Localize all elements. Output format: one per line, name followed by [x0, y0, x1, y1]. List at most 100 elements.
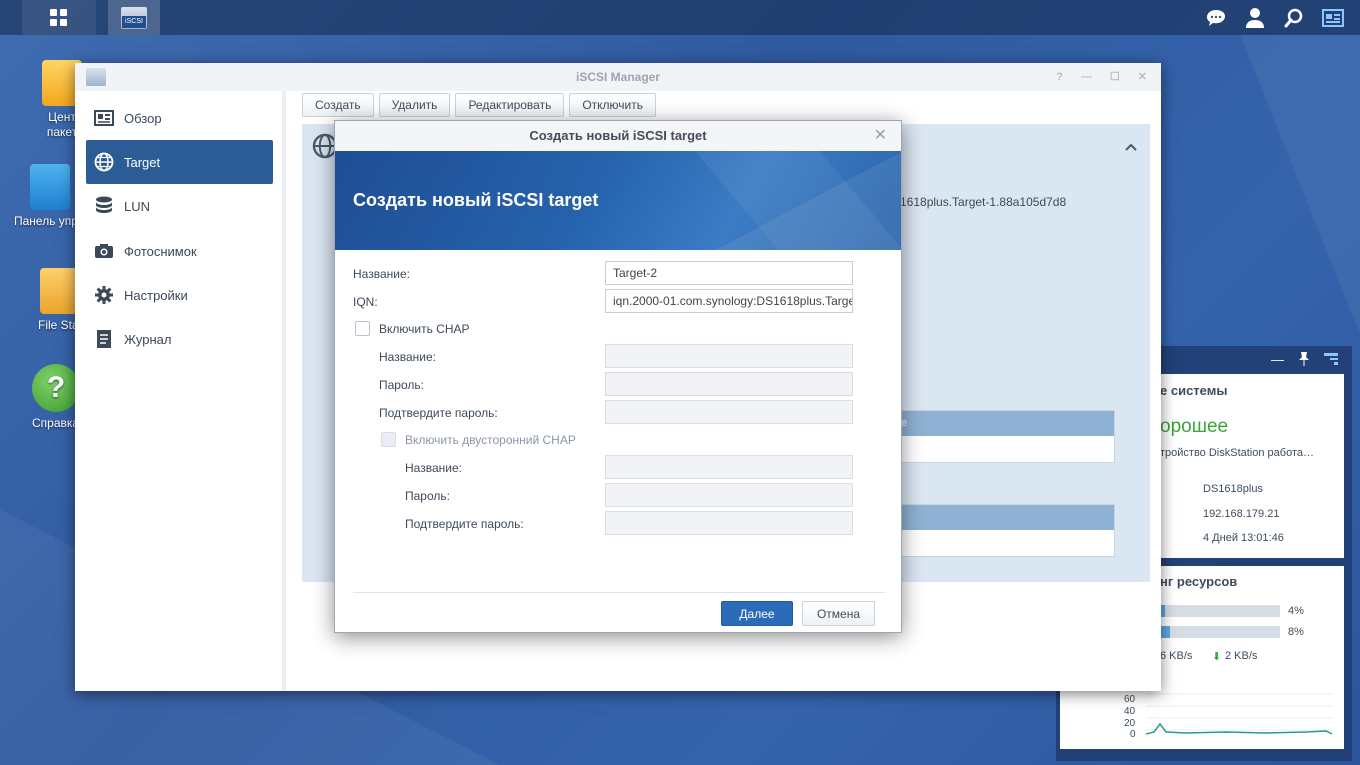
- cancel-button[interactable]: Отмена: [802, 601, 875, 626]
- name-label: Название:: [353, 267, 410, 281]
- download-speed: 2 KB/s: [1225, 650, 1258, 662]
- resource-title: нг ресурсов: [1160, 574, 1238, 589]
- minimize-icon[interactable]: —: [1271, 352, 1284, 367]
- mutual-chap-label[interactable]: Включить двусторонний CHAP: [405, 433, 576, 447]
- sidebar-item-log[interactable]: Журнал: [86, 317, 273, 361]
- toolbar: Создать Удалить Редактировать Отключить: [302, 93, 656, 117]
- sidebar-item-label: Журнал: [124, 331, 172, 347]
- chart-tick: 0: [1130, 729, 1136, 740]
- help-icon: ?: [32, 364, 80, 412]
- desktop-background-shape: [1240, 35, 1360, 335]
- mutual-password-input[interactable]: [605, 483, 853, 507]
- chap-password-input[interactable]: [605, 372, 853, 396]
- control-panel-icon: [30, 164, 70, 210]
- grid-icon: [50, 8, 67, 26]
- ram-percent: 8%: [1288, 626, 1304, 638]
- dialog-title-bar[interactable]: Создать новый iSCSI target ✕: [335, 121, 901, 151]
- search-icon: [1284, 8, 1303, 27]
- pin-icon[interactable]: [1298, 352, 1310, 366]
- next-button[interactable]: Далее: [721, 601, 793, 626]
- search-button[interactable]: [1277, 0, 1311, 35]
- widgets-button[interactable]: [1316, 0, 1350, 35]
- table-header: e: [901, 411, 1114, 436]
- minimize-icon[interactable]: —: [1081, 63, 1092, 91]
- session-table: [900, 504, 1115, 557]
- iqn-input[interactable]: iqn.2000-01.com.synology:DS1618plus.Targ…: [605, 289, 853, 313]
- sidebar-item-label: Обзор: [124, 110, 162, 126]
- database-icon: [94, 196, 114, 216]
- server-ip: 192.168.179.21: [1203, 508, 1280, 520]
- create-target-dialog: Создать новый iSCSI target ✕ Создать нов…: [334, 120, 902, 633]
- dialog-separator: [353, 592, 885, 593]
- enable-chap-checkbox[interactable]: [355, 321, 370, 336]
- camera-icon: [94, 241, 114, 261]
- overview-icon: [94, 108, 114, 128]
- mutual-password-label: Пароль:: [405, 489, 450, 503]
- iqn-label: IQN:: [353, 295, 378, 309]
- user-icon: [1246, 7, 1264, 28]
- cpu-percent: 4%: [1288, 605, 1304, 617]
- help-icon[interactable]: ?: [1056, 63, 1063, 91]
- log-icon: [94, 329, 114, 349]
- folder-icon: [40, 268, 80, 314]
- window-title-bar[interactable]: iSCSI Manager ? — ☐ ✕: [75, 63, 1161, 91]
- chap-name-input[interactable]: [605, 344, 853, 368]
- sidebar-item-snapshot[interactable]: Фотоснимок: [86, 229, 273, 273]
- sidebar-item-settings[interactable]: Настройки: [86, 273, 273, 317]
- chap-password-label: Пароль:: [379, 378, 424, 392]
- sidebar-item-label: Настройки: [124, 287, 188, 303]
- sidebar-item-target[interactable]: Target: [86, 140, 273, 184]
- ram-bar: [1160, 626, 1280, 638]
- disconnect-button[interactable]: Отключить: [569, 93, 656, 117]
- delete-button[interactable]: Удалить: [378, 93, 451, 117]
- mutual-name-label: Название:: [405, 461, 462, 475]
- upload-speed: 6 KB/s: [1160, 650, 1193, 662]
- enable-chap-label[interactable]: Включить CHAP: [379, 322, 470, 336]
- dialog-title: Создать новый iSCSI target: [529, 128, 707, 143]
- chap-confirm-label: Подтвердите пароль:: [379, 406, 498, 420]
- iscsi-icon: [86, 68, 106, 86]
- taskbar-iscsi-app[interactable]: iSCSI: [108, 0, 160, 35]
- widgets-icon[interactable]: [1324, 353, 1338, 365]
- close-icon[interactable]: ✕: [1138, 63, 1147, 91]
- mutual-chap-checkbox[interactable]: [381, 432, 396, 447]
- download-arrow-icon: ⬇: [1212, 651, 1222, 663]
- sidebar-item-overview[interactable]: Обзор: [86, 96, 273, 140]
- chart-tick: 40: [1124, 706, 1136, 717]
- health-title: е системы: [1160, 383, 1228, 398]
- widgets-icon: [1322, 8, 1344, 27]
- iscsi-icon-label: iSCSI: [122, 15, 146, 28]
- target-iqn-text: 1618plus.Target-1.88a105d7d8: [900, 195, 1067, 209]
- dialog-banner-title: Создать новый iSCSI target: [353, 190, 599, 210]
- server-name: DS1618plus: [1203, 483, 1263, 495]
- maximize-icon[interactable]: ☐: [1110, 63, 1120, 91]
- user-button[interactable]: [1238, 0, 1272, 35]
- sidebar: Обзор Target LUN Фотоснимок Настройки Жу…: [75, 91, 286, 691]
- chat-button[interactable]: [1199, 0, 1233, 35]
- network-chart: [1146, 693, 1332, 735]
- sidebar-item-label: Фотоснимок: [124, 243, 197, 259]
- health-description: тройство DiskStation работа…: [1160, 447, 1314, 459]
- chap-confirm-input[interactable]: [605, 400, 853, 424]
- mutual-name-input[interactable]: [605, 455, 853, 479]
- target-name-input[interactable]: Target-2: [605, 261, 853, 285]
- chap-name-label: Название:: [379, 350, 436, 364]
- sidebar-item-label: LUN: [124, 198, 151, 214]
- main-menu-button[interactable]: [22, 0, 96, 35]
- dialog-banner: Создать новый iSCSI target: [335, 151, 901, 250]
- lun-table: e: [900, 410, 1115, 463]
- globe-icon: [94, 152, 114, 172]
- mutual-confirm-label: Подтвердите пароль:: [405, 517, 524, 531]
- create-button[interactable]: Создать: [302, 93, 374, 117]
- server-uptime: 4 Дней 13:01:46: [1203, 532, 1284, 544]
- health-status: орошее: [1160, 416, 1229, 437]
- window-title: iSCSI Manager: [575, 70, 661, 84]
- edit-button[interactable]: Редактировать: [455, 93, 565, 117]
- close-icon[interactable]: ✕: [874, 121, 887, 151]
- bar-fill: [1160, 626, 1170, 638]
- chevron-up-icon[interactable]: [1124, 142, 1138, 152]
- cpu-bar: [1160, 605, 1280, 617]
- sidebar-item-lun[interactable]: LUN: [86, 184, 273, 228]
- taskbar: iSCSI: [0, 0, 1360, 35]
- mutual-confirm-input[interactable]: [605, 511, 853, 535]
